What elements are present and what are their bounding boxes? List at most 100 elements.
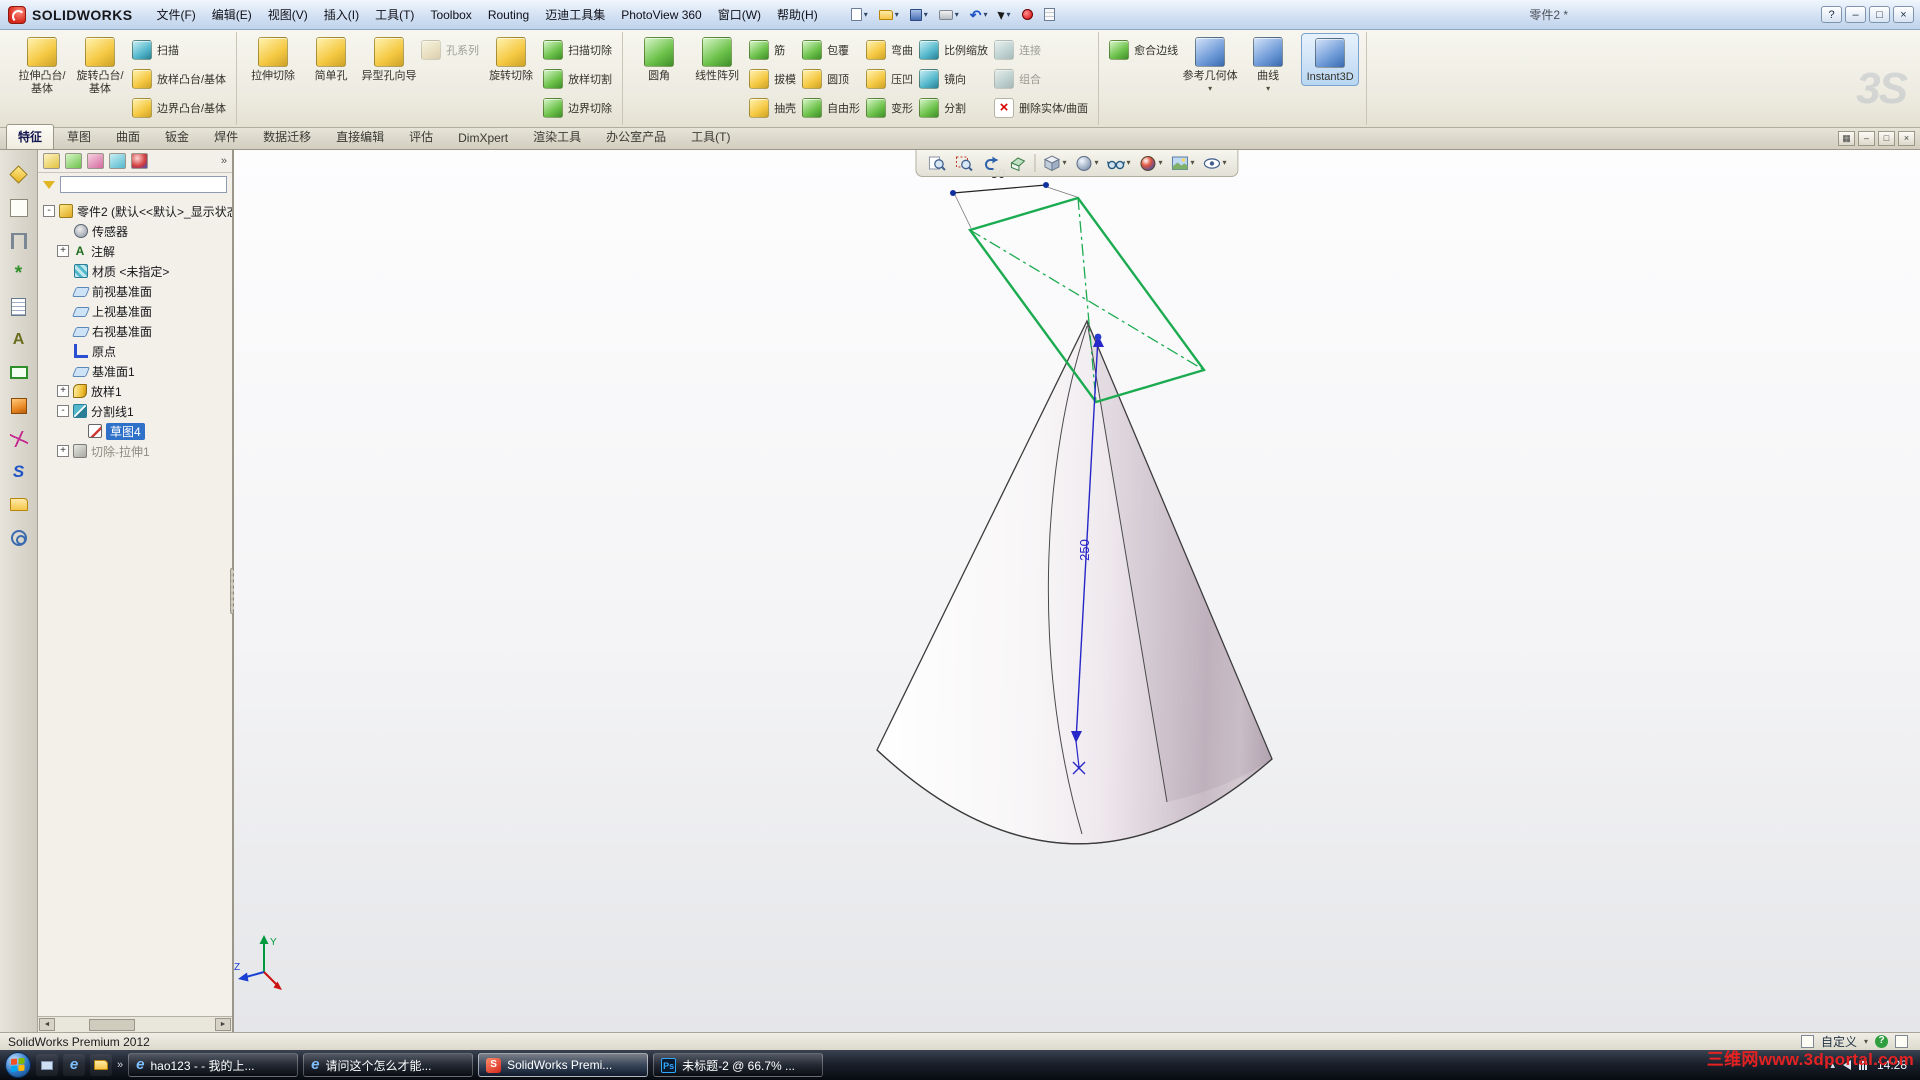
zoom-to-area-button[interactable] <box>953 153 974 174</box>
heal-edges-button[interactable]: 愈合边线 <box>1106 38 1181 62</box>
help-button[interactable]: ? <box>1821 6 1842 23</box>
new-document-button[interactable]: ▾ <box>848 6 871 23</box>
task-browser-question[interactable]: e 请问这个怎么才能... <box>303 1053 473 1077</box>
revolved-boss-button[interactable]: 旋转凸台/基体 <box>71 33 129 97</box>
tree-row-material[interactable]: 材质 <未指定> <box>54 261 230 281</box>
hole-wizard-button[interactable]: 异型孔向导 <box>360 33 418 84</box>
close-button[interactable]: × <box>1893 6 1914 23</box>
tree-horizontal-scrollbar[interactable]: ◄ ► <box>38 1016 232 1032</box>
simple-hole-button[interactable]: 简单孔 <box>302 33 360 84</box>
property-manager-tab[interactable] <box>65 153 82 169</box>
mirror-button[interactable]: 镜向 <box>916 67 991 91</box>
explorer-launcher[interactable] <box>90 1054 112 1076</box>
scale-button[interactable]: 比例缩放 <box>916 38 991 62</box>
maximize-button[interactable]: □ <box>1869 6 1890 23</box>
extrude-tool-button[interactable] <box>6 393 32 418</box>
viewport-grid-button[interactable]: ▦ <box>1838 131 1855 146</box>
dome-button[interactable]: 圆顶 <box>799 67 863 91</box>
boundary-cut-button[interactable]: 边界切除 <box>540 96 615 120</box>
feature-tree-tab[interactable] <box>43 153 60 169</box>
dimension-250[interactable]: 250 <box>1077 539 1092 561</box>
task-photoshop[interactable]: Ps 未标题-2 @ 66.7% ... <box>653 1053 823 1077</box>
split-button[interactable]: 分割 <box>916 96 991 120</box>
linear-pattern-button[interactable]: 线性阵列 <box>688 33 746 84</box>
menu-maidi-tools[interactable]: 迈迪工具集 <box>537 2 613 27</box>
previous-view-button[interactable] <box>980 153 1001 174</box>
minimize-button[interactable]: – <box>1845 6 1866 23</box>
tab-sketch[interactable]: 草图 <box>55 124 103 149</box>
expand-icon[interactable]: + <box>57 385 69 397</box>
tree-row-front-plane[interactable]: 前视基准面 <box>54 281 230 301</box>
lofted-boss-button[interactable]: 放样凸台/基体 <box>129 67 229 91</box>
shell-button[interactable]: 抽壳 <box>746 96 799 120</box>
select-button[interactable]: ▾ <box>996 8 1014 21</box>
tree-row-right-plane[interactable]: 右视基准面 <box>54 321 230 341</box>
task-solidworks[interactable]: S SolidWorks Premi... <box>478 1053 648 1077</box>
tab-surfaces[interactable]: 曲面 <box>104 124 152 149</box>
smart-dimension-button[interactable] <box>6 162 32 187</box>
scrollbar-thumb[interactable] <box>89 1019 135 1031</box>
menu-insert[interactable]: 插入(I) <box>316 2 367 27</box>
tab-render-tools[interactable]: 渲染工具 <box>521 124 593 149</box>
edit-appearance-button[interactable]: ▾ <box>1138 153 1164 174</box>
configuration-manager-tab[interactable] <box>87 153 104 169</box>
viewport-close-button[interactable]: × <box>1898 131 1915 146</box>
circle-tool-button[interactable] <box>6 525 32 550</box>
menu-view[interactable]: 视图(V) <box>260 2 316 27</box>
lofted-cut-button[interactable]: 放样切割 <box>540 67 615 91</box>
menu-help[interactable]: 帮助(H) <box>769 2 826 27</box>
line-tool-button[interactable] <box>6 195 32 220</box>
delete-body-button[interactable]: ×删除实体/曲面 <box>991 96 1091 120</box>
menu-routing[interactable]: Routing <box>480 4 537 26</box>
tab-weldments[interactable]: 焊件 <box>202 124 250 149</box>
expand-icon[interactable]: + <box>57 445 69 457</box>
zoom-to-fit-button[interactable] <box>926 153 947 174</box>
rib-button[interactable]: 筋 <box>746 38 799 62</box>
graphics-viewport[interactable]: 50 250 Y Z <box>234 150 1920 1032</box>
folder-button[interactable] <box>6 492 32 517</box>
file-properties-button[interactable] <box>1041 6 1058 23</box>
menu-window[interactable]: 窗口(W) <box>710 2 769 27</box>
swept-cut-button[interactable]: 扫描切除 <box>540 38 615 62</box>
viewport-restore-button[interactable]: □ <box>1878 131 1895 146</box>
deform-button[interactable]: 变形 <box>863 96 916 120</box>
wrap-button[interactable]: 包覆 <box>799 38 863 62</box>
tab-tools[interactable]: 工具(T) <box>679 124 742 149</box>
sweep-button[interactable]: 扫描 <box>129 38 229 62</box>
tree-row-sketch4[interactable]: 草图4 <box>68 421 230 441</box>
dimxpert-manager-tab[interactable] <box>109 153 126 169</box>
scroll-right-arrow[interactable]: ► <box>215 1018 231 1031</box>
tab-sheet-metal[interactable]: 钣金 <box>153 124 201 149</box>
print-button[interactable]: ▾ <box>936 8 962 22</box>
text-tool-button[interactable]: A <box>6 327 32 352</box>
display-manager-tab[interactable] <box>131 153 148 169</box>
spline-tool-button[interactable]: S <box>6 459 32 484</box>
open-button[interactable]: ▾ <box>876 8 902 22</box>
task-hao123[interactable]: e hao123 - - 我的上... <box>128 1053 298 1077</box>
extruded-cut-button[interactable]: 拉伸切除 <box>244 33 302 84</box>
tree-filter-input[interactable] <box>60 176 227 193</box>
menu-edit[interactable]: 编辑(E) <box>204 2 260 27</box>
collapse-icon[interactable]: - <box>43 205 55 217</box>
menu-toolbox[interactable]: Toolbox <box>422 4 479 26</box>
tree-row-top-plane[interactable]: 上视基准面 <box>54 301 230 321</box>
tab-data-migration[interactable]: 数据迁移 <box>251 124 323 149</box>
hide-show-items-button[interactable]: ▾ <box>1105 153 1131 174</box>
extruded-boss-button[interactable]: 拉伸凸台/基体 <box>13 33 71 97</box>
reference-geometry-button[interactable]: 参考几何体▾ <box>1181 33 1239 93</box>
measure-tool-button[interactable] <box>6 228 32 253</box>
expand-icon[interactable]: + <box>57 245 69 257</box>
collapse-icon[interactable]: - <box>57 405 69 417</box>
apply-scene-button[interactable]: ▾ <box>1170 153 1196 174</box>
tab-evaluate[interactable]: 评估 <box>397 124 445 149</box>
revolved-cut-button[interactable]: 旋转切除 <box>482 33 540 84</box>
tree-row-sensors[interactable]: 传感器 <box>54 221 230 241</box>
tree-row-origin[interactable]: 原点 <box>54 341 230 361</box>
internet-explorer-launcher[interactable]: e <box>63 1054 85 1076</box>
tab-features[interactable]: 特征 <box>6 124 54 149</box>
display-style-button[interactable]: ▾ <box>1073 153 1099 174</box>
rectangle-tool-button[interactable] <box>6 360 32 385</box>
tree-row-splitline1[interactable]: - 分割线1 <box>54 401 230 421</box>
polyline-tool-button[interactable] <box>6 426 32 451</box>
instant3d-button[interactable]: Instant3D <box>1301 33 1359 86</box>
